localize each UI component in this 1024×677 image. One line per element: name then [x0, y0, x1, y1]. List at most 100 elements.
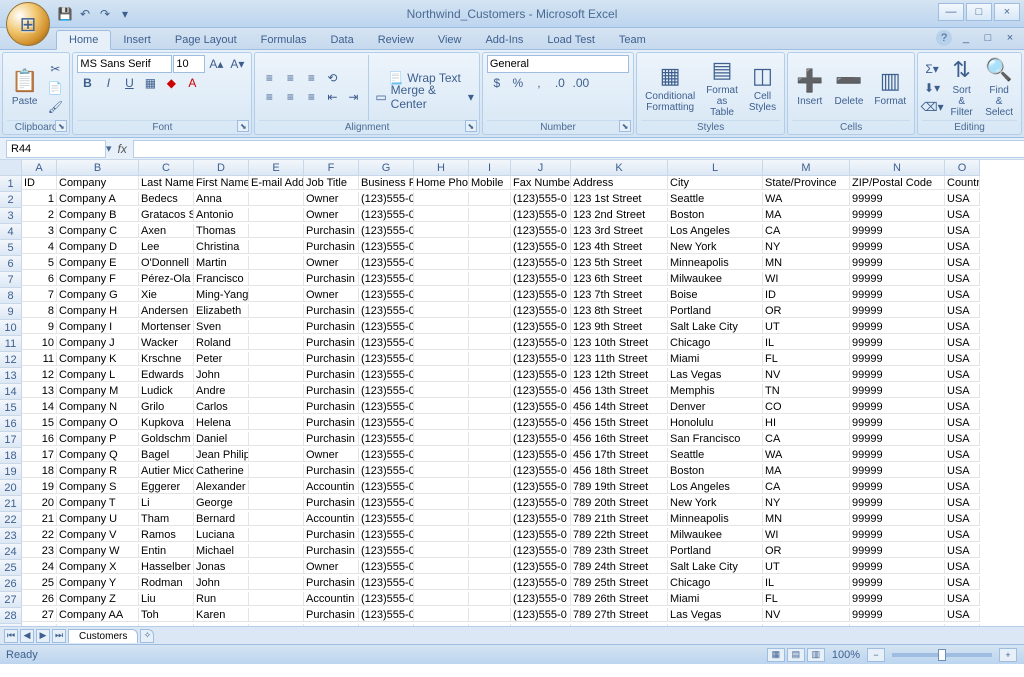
cell[interactable]: 789 24th Street [571, 560, 668, 574]
cell[interactable]: Autier Micc [139, 464, 194, 478]
cell[interactable]: 99999 [850, 240, 945, 254]
cell[interactable] [469, 416, 511, 430]
cell[interactable]: (123)555-0 [511, 608, 571, 622]
cell[interactable]: Company E [57, 256, 139, 270]
align-middle-button[interactable]: ≡ [280, 69, 300, 87]
cell[interactable]: Purchasin [304, 464, 359, 478]
bold-button[interactable]: B [77, 74, 97, 92]
cell[interactable]: (123)555-0100 [359, 320, 414, 334]
tab-data[interactable]: Data [318, 31, 365, 49]
cell[interactable] [469, 576, 511, 590]
cell[interactable]: Kupkova [139, 416, 194, 430]
cell[interactable]: Krschne [139, 352, 194, 366]
cell[interactable]: (123)555-0 [511, 624, 571, 626]
tab-home[interactable]: Home [56, 30, 111, 50]
cell[interactable]: Company D [57, 240, 139, 254]
formula-input[interactable] [133, 140, 1024, 158]
tab-add-ins[interactable]: Add-Ins [473, 31, 535, 49]
cell[interactable] [414, 544, 469, 558]
cell[interactable] [414, 416, 469, 430]
cell[interactable]: Purchasin [304, 544, 359, 558]
cell[interactable] [249, 352, 304, 366]
cell[interactable]: USA [945, 240, 980, 254]
cell[interactable]: O'Donnell [139, 256, 194, 270]
cell[interactable]: IL [763, 576, 850, 590]
cell[interactable] [414, 576, 469, 590]
cell[interactable]: 789 19th Street [571, 480, 668, 494]
cell[interactable] [414, 192, 469, 206]
cell[interactable]: George [194, 496, 249, 510]
row-header[interactable]: 4 [0, 224, 22, 240]
cell[interactable]: 99999 [850, 560, 945, 574]
cell[interactable] [249, 224, 304, 238]
row-header[interactable]: 14 [0, 384, 22, 400]
cell[interactable]: 99999 [850, 544, 945, 558]
cell[interactable]: USA [945, 544, 980, 558]
cell[interactable] [249, 208, 304, 222]
cell[interactable]: FL [763, 592, 850, 606]
alignment-launcher[interactable]: ⬊ [465, 120, 477, 132]
cell[interactable]: Purchasin [304, 368, 359, 382]
cell[interactable]: NV [763, 608, 850, 622]
cell[interactable] [414, 560, 469, 574]
cell[interactable]: Mobile [469, 176, 511, 190]
cell[interactable]: 21 [22, 512, 57, 526]
cell[interactable] [469, 352, 511, 366]
cell[interactable]: 25 [22, 576, 57, 590]
column-header[interactable]: N [850, 160, 945, 176]
align-right-button[interactable]: ≡ [301, 88, 321, 106]
cell[interactable]: Amritansh [194, 624, 249, 626]
cell[interactable] [249, 544, 304, 558]
cell[interactable] [469, 448, 511, 462]
font-size-select[interactable] [173, 55, 205, 73]
italic-button[interactable]: I [98, 74, 118, 92]
tab-view[interactable]: View [426, 31, 474, 49]
cell[interactable]: First Name [194, 176, 249, 190]
cell[interactable]: Denver [668, 400, 763, 414]
cell[interactable]: USA [945, 560, 980, 574]
cell[interactable]: 99999 [850, 528, 945, 542]
row-header[interactable]: 13 [0, 368, 22, 384]
cell[interactable]: USA [945, 368, 980, 382]
cell[interactable]: 123 3rd Street [571, 224, 668, 238]
cell[interactable]: Company V [57, 528, 139, 542]
cell[interactable]: Purchasin [304, 528, 359, 542]
cell[interactable]: (123)555-0100 [359, 592, 414, 606]
cell[interactable]: Pérez-Ola [139, 272, 194, 286]
cell[interactable]: 99999 [850, 512, 945, 526]
cell[interactable]: Accountin [304, 592, 359, 606]
cell-styles-button[interactable]: ◫Cell Styles [745, 61, 780, 115]
cell[interactable]: 99999 [850, 208, 945, 222]
cell[interactable]: Bagel [139, 448, 194, 462]
cell[interactable] [414, 352, 469, 366]
cell[interactable]: Toh [139, 608, 194, 622]
cell[interactable]: CA [763, 432, 850, 446]
cell[interactable]: (123)555-0100 [359, 400, 414, 414]
cell[interactable] [414, 384, 469, 398]
cell[interactable] [469, 304, 511, 318]
cell[interactable]: Company Y [57, 576, 139, 590]
cell[interactable]: Memphis [668, 384, 763, 398]
cell[interactable]: 9 [22, 320, 57, 334]
cell[interactable]: 123 5th Street [571, 256, 668, 270]
cell[interactable]: (123)555-0 [511, 320, 571, 334]
cell[interactable]: (123)555-0 [511, 192, 571, 206]
number-format-select[interactable] [487, 55, 629, 73]
cell[interactable]: 17 [22, 448, 57, 462]
cell[interactable] [414, 496, 469, 510]
cell[interactable]: 789 23th Street [571, 544, 668, 558]
delete-cells-button[interactable]: ➖Delete [831, 66, 868, 109]
cell[interactable]: Company BB [57, 624, 139, 626]
row-header[interactable]: 3 [0, 208, 22, 224]
cell[interactable]: 15 [22, 416, 57, 430]
cell[interactable]: (123)555-0100 [359, 496, 414, 510]
cell[interactable]: 99999 [850, 288, 945, 302]
cell[interactable]: Country [945, 176, 980, 190]
cell[interactable]: 99999 [850, 448, 945, 462]
cell[interactable]: Home Phone [414, 176, 469, 190]
cell[interactable] [414, 208, 469, 222]
cell[interactable] [414, 464, 469, 478]
cell[interactable] [249, 416, 304, 430]
cell[interactable]: MN [763, 512, 850, 526]
cell[interactable] [249, 592, 304, 606]
